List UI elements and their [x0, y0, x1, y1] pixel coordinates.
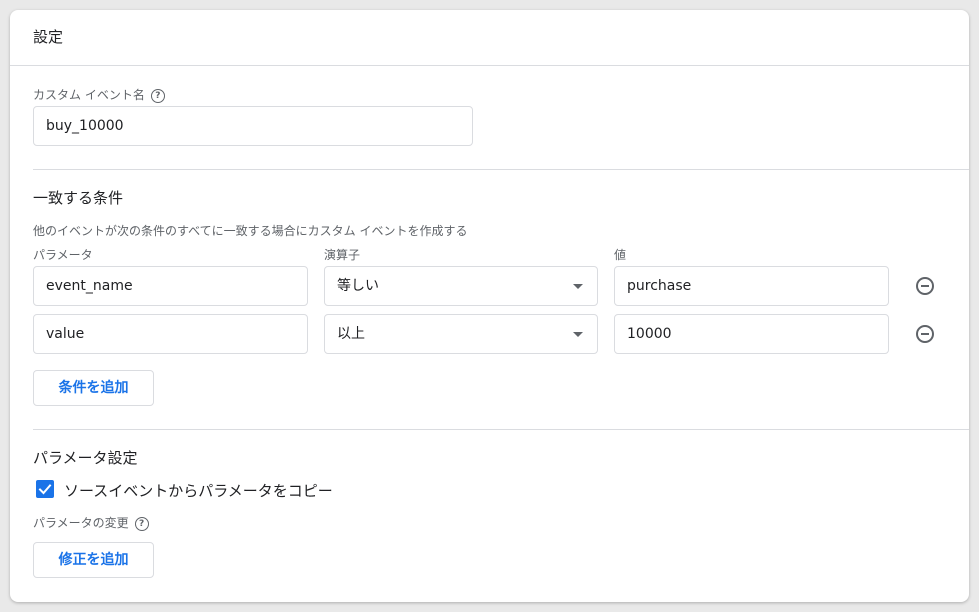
custom-event-name-label-row: カスタム イベント名? [33, 86, 165, 103]
condition-2-operator-select[interactable]: 以上 [324, 314, 598, 354]
column-header-operator: 演算子 [324, 248, 361, 262]
chevron-down-icon [573, 332, 583, 337]
parameter-settings-title: パラメータ設定 [33, 449, 138, 467]
add-modification-button[interactable]: 修正を追加 [33, 542, 154, 578]
add-condition-button[interactable]: 条件を追加 [33, 370, 154, 406]
remove-condition-1-icon[interactable] [916, 277, 934, 295]
matching-conditions-description: 他のイベントが次の条件のすべてに一致する場合にカスタム イベントを作成する [33, 224, 468, 238]
condition-1-parameter-input[interactable]: event_name [33, 266, 308, 306]
condition-2-value-input[interactable]: 10000 [614, 314, 889, 354]
section-divider-2 [33, 429, 969, 430]
parameter-changes-label: パラメータの変更 [33, 516, 129, 530]
help-icon[interactable]: ? [134, 516, 149, 531]
condition-2-value-value: 10000 [627, 326, 672, 342]
condition-2-operator-value: 以上 [337, 326, 365, 342]
column-header-parameter: パラメータ [33, 248, 93, 262]
custom-event-name-input[interactable]: buy_10000 [33, 106, 473, 146]
condition-1-value-value: purchase [627, 278, 692, 294]
condition-1-value-input[interactable]: purchase [614, 266, 889, 306]
condition-1-operator-select[interactable]: 等しい [324, 266, 598, 306]
condition-2-parameter-value: value [46, 326, 85, 342]
section-divider-1 [33, 169, 969, 170]
remove-condition-2-icon[interactable] [916, 325, 934, 343]
parameter-changes-label-row: パラメータの変更? [33, 514, 149, 531]
column-header-value: 値 [614, 248, 627, 262]
condition-2-parameter-input[interactable]: value [33, 314, 308, 354]
custom-event-name-value: buy_10000 [46, 118, 124, 134]
copy-parameters-checkbox[interactable] [36, 480, 54, 498]
check-icon [38, 484, 52, 495]
matching-conditions-title: 一致する条件 [33, 189, 124, 207]
copy-parameters-label[interactable]: ソースイベントからパラメータをコピー [64, 480, 333, 501]
condition-1-operator-value: 等しい [337, 278, 379, 294]
condition-1-parameter-value: event_name [46, 278, 133, 294]
custom-event-name-label: カスタム イベント名 [33, 88, 145, 102]
settings-card: 設定 カスタム イベント名? buy_10000 一致する条件 他のイベントが次… [10, 10, 969, 602]
chevron-down-icon [573, 284, 583, 289]
help-icon[interactable]: ? [150, 88, 165, 103]
card-title: 設定 [33, 28, 64, 46]
title-divider [10, 65, 969, 66]
